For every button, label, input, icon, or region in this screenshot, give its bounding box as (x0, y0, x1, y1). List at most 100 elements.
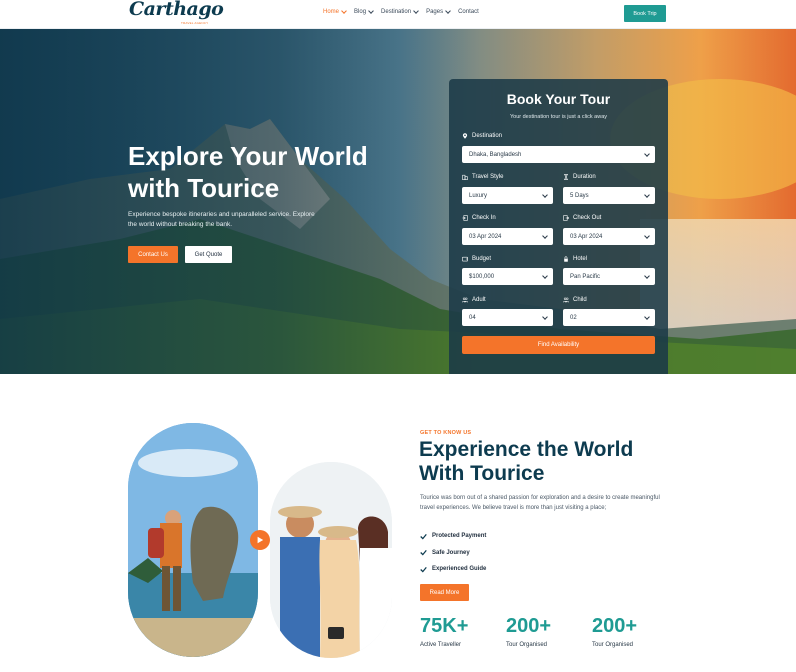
stat-label: Tour Organised (506, 642, 548, 648)
check-out-label: Check Out (563, 215, 601, 221)
feature-item: Experienced Guide (420, 561, 486, 578)
logo-subtitle: TRAVEL AGENCY (181, 21, 209, 25)
check-icon (420, 550, 427, 556)
check-in-select[interactable]: 03 Apr 2024 (462, 228, 553, 245)
chevron-down-icon (644, 233, 650, 239)
login-icon (462, 215, 468, 221)
nav-label: Home (323, 9, 340, 15)
about-description: Tourice was born out of a shared passion… (420, 495, 660, 511)
contact-us-button[interactable]: Contact Us (128, 246, 178, 263)
map-pin-icon (462, 133, 468, 139)
nav-label: Contact (458, 9, 479, 15)
label-text: Travel Style (472, 174, 504, 180)
destination-select[interactable]: Dhaka, Bangladesh (462, 146, 655, 163)
stat-value: 200+ (592, 615, 638, 637)
chevron-down-icon (445, 8, 451, 14)
child-label: Child (563, 297, 587, 303)
adult-label: Adult (462, 297, 486, 303)
brand-logo[interactable]: Carthago TRAVEL AGENCY (129, 0, 224, 28)
feature-item: Safe Journey (420, 545, 486, 562)
booking-title: Book Your Tour (506, 91, 611, 107)
chevron-down-icon (644, 151, 650, 157)
select-value: Dhaka, Bangladesh (469, 151, 522, 158)
nav-item-home[interactable]: Home (323, 8, 347, 15)
hotel-select[interactable]: Pan Pacific (563, 268, 655, 285)
label-text: Check Out (573, 215, 602, 221)
nav-label: Blog (354, 9, 367, 15)
logo-text: Carthago (129, 0, 224, 20)
chevron-down-icon (341, 8, 347, 14)
select-value: Pan Pacific (570, 273, 601, 280)
chevron-down-icon (368, 8, 374, 14)
stat-value: 200+ (506, 615, 552, 637)
feature-text: Protected Payment (432, 533, 487, 540)
hero-section: Explore Your World with Tourice Experien… (0, 29, 796, 374)
hero-title: Explore Your World with Tourice (128, 141, 368, 203)
check-icon (420, 533, 427, 540)
nav-label: Destination (381, 9, 412, 15)
stat-label: Tour Organised (592, 642, 634, 648)
building-icon (462, 174, 468, 180)
destination-label: Destination (462, 133, 502, 139)
traveler-photo-illustration (128, 423, 258, 657)
hourglass-icon (564, 174, 568, 180)
feature-text: Safe Journey (432, 549, 470, 556)
friends-selfie-photo (270, 462, 392, 658)
adult-select[interactable]: 04 (462, 309, 553, 326)
select-value: 5 Days (570, 192, 589, 199)
wallet-icon (462, 256, 468, 262)
read-more-button[interactable]: Read More (420, 584, 469, 601)
travel-style-select[interactable]: Luxury (462, 187, 553, 204)
budget-select[interactable]: $100,000 (462, 268, 553, 285)
nav-item-contact[interactable]: Contact (458, 9, 479, 15)
main-nav: Home Blog Destination Pages Contact (323, 8, 479, 15)
chevron-down-icon (542, 314, 548, 320)
site-header: Carthago TRAVEL AGENCY Home Blog Destina… (0, 0, 796, 29)
feature-list: Protected Payment Safe Journey Experienc… (420, 528, 486, 578)
label-text: Duration (573, 174, 596, 180)
stat-active-traveller: 75K+ Active Traveller (420, 614, 468, 648)
book-trip-button[interactable]: Book Trip (624, 5, 666, 22)
label-text: Check In (472, 215, 496, 221)
section-kicker: GET TO KNOW US (420, 430, 472, 436)
select-value: 04 (469, 314, 476, 321)
play-video-button[interactable] (250, 530, 270, 550)
stat-tour-organised-2: 200+ Tour Organised (592, 614, 637, 648)
users-icon (563, 297, 569, 303)
label-text: Hotel (573, 256, 588, 262)
chevron-down-icon (542, 192, 548, 198)
find-availability-button[interactable]: Find Availability (462, 336, 655, 354)
nav-item-pages[interactable]: Pages (426, 8, 451, 15)
child-select[interactable]: 02 (563, 309, 655, 326)
nav-item-blog[interactable]: Blog (354, 8, 374, 15)
label-text: Budget (472, 256, 492, 262)
lock-icon (564, 256, 568, 262)
label-text: Adult (472, 297, 486, 303)
users-icon (462, 297, 468, 303)
travel-style-label: Travel Style (462, 174, 503, 180)
stat-tour-organised: 200+ Tour Organised (506, 614, 551, 648)
label-text: Child (573, 297, 587, 303)
nav-item-destination[interactable]: Destination (381, 8, 419, 15)
check-out-select[interactable]: 03 Apr 2024 (563, 228, 655, 245)
booking-subtitle: Your destination tour is just a click aw… (509, 114, 607, 120)
check-in-label: Check In (462, 215, 496, 221)
chevron-down-icon (413, 8, 419, 14)
nav-label: Pages (426, 9, 444, 15)
feature-item: Protected Payment (420, 528, 486, 545)
check-icon (420, 566, 427, 573)
chevron-down-icon (542, 233, 548, 239)
duration-select[interactable]: 5 Days (563, 187, 655, 204)
feature-text: Experienced Guide (432, 566, 487, 573)
stat-label: Active Traveller (420, 642, 462, 648)
booking-panel: Book Your Tour Your destination tour is … (449, 79, 668, 374)
logout-icon (563, 215, 569, 221)
chevron-down-icon (644, 273, 650, 279)
traveler-photo (128, 423, 258, 657)
play-icon (257, 536, 264, 544)
select-value: $100,000 (469, 273, 495, 280)
about-title: Experience the World With Tourice (419, 438, 634, 485)
select-value: 03 Apr 2024 (469, 233, 502, 240)
get-quote-button[interactable]: Get Quote (185, 246, 232, 263)
chevron-down-icon (542, 273, 548, 279)
